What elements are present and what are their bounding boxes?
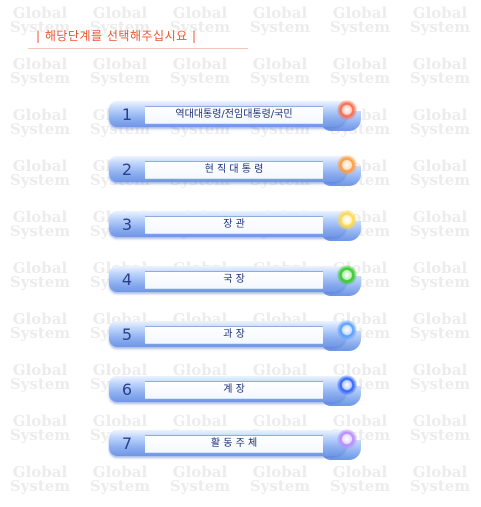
watermark-text: GlobalSystem bbox=[9, 463, 71, 495]
watermark-text: GlobalSystem bbox=[329, 463, 391, 495]
page-header: | 해당단계를 선택해주십시요 | bbox=[28, 22, 248, 49]
watermark-text: GlobalSystem bbox=[409, 208, 471, 240]
watermark-text: GlobalSystem bbox=[89, 55, 151, 87]
menu-item-label: 국 장 bbox=[223, 274, 245, 285]
watermark-text: GlobalSystem bbox=[409, 55, 471, 87]
menu-item-number: 6 bbox=[121, 380, 133, 399]
menu-item-number: 2 bbox=[121, 160, 133, 179]
menu-item-6[interactable]: 6 계 장 bbox=[109, 375, 361, 406]
watermark-text: GlobalSystem bbox=[9, 412, 71, 444]
watermark-text: GlobalSystem bbox=[409, 463, 471, 495]
glow-orb-icon bbox=[337, 155, 357, 175]
menu-item-4[interactable]: 4 국 장 bbox=[109, 265, 361, 296]
watermark-text: GlobalSystem bbox=[409, 310, 471, 342]
glow-orb-icon bbox=[337, 100, 357, 120]
watermark-text: GlobalSystem bbox=[409, 106, 471, 138]
menu-item-label: 과 장 bbox=[223, 329, 245, 340]
watermark-text: GlobalSystem bbox=[9, 55, 71, 87]
menu-item-label-box: 역대대통령/전임대통령/국민 bbox=[145, 106, 323, 124]
menu-item-number: 4 bbox=[121, 270, 133, 289]
watermark-text: GlobalSystem bbox=[9, 310, 71, 342]
menu-item-number: 1 bbox=[121, 105, 133, 124]
menu-item-label-box: 현 직 대 통 령 bbox=[145, 161, 323, 179]
watermark-text: GlobalSystem bbox=[249, 463, 311, 495]
menu-item-1[interactable]: 1 역대대통령/전임대통령/국민 bbox=[109, 100, 361, 131]
menu-item-label-box: 장 관 bbox=[145, 216, 323, 234]
watermark-text: GlobalSystem bbox=[169, 55, 231, 87]
watermark-text: GlobalSystem bbox=[329, 55, 391, 87]
watermark-text: GlobalSystem bbox=[409, 361, 471, 393]
menu-item-label: 장 관 bbox=[223, 219, 245, 230]
menu-item-label-box: 계 장 bbox=[145, 381, 323, 399]
watermark-text: GlobalSystem bbox=[9, 106, 71, 138]
page-title: | 해당단계를 선택해주십시요 | bbox=[36, 29, 197, 43]
menu-item-7[interactable]: 7 활 동 주 체 bbox=[109, 429, 361, 460]
menu-item-label-box: 국 장 bbox=[145, 271, 323, 289]
watermark-text: GlobalSystem bbox=[409, 259, 471, 291]
watermark-text: GlobalSystem bbox=[9, 259, 71, 291]
menu-item-number: 7 bbox=[121, 434, 133, 453]
watermark-text: GlobalSystem bbox=[249, 55, 311, 87]
menu-item-5[interactable]: 5 과 장 bbox=[109, 320, 361, 351]
menu-item-3[interactable]: 3 장 관 bbox=[109, 210, 361, 241]
glow-orb-icon bbox=[337, 320, 357, 340]
glow-orb-icon bbox=[337, 265, 357, 285]
menu-item-label-box: 활 동 주 체 bbox=[145, 435, 323, 453]
menu-item-number: 3 bbox=[121, 215, 133, 234]
watermark-text: GlobalSystem bbox=[9, 157, 71, 189]
menu-item-label-box: 과 장 bbox=[145, 326, 323, 344]
menu-item-label: 활 동 주 체 bbox=[210, 438, 258, 449]
watermark-text: GlobalSystem bbox=[249, 4, 311, 36]
watermark-text: GlobalSystem bbox=[329, 4, 391, 36]
glow-orb-icon bbox=[337, 375, 357, 395]
watermark-text: GlobalSystem bbox=[9, 208, 71, 240]
menu-item-label: 계 장 bbox=[223, 384, 245, 395]
watermark-text: GlobalSystem bbox=[409, 157, 471, 189]
menu-item-number: 5 bbox=[121, 325, 133, 344]
glow-orb-icon bbox=[337, 429, 357, 449]
watermark-text: GlobalSystem bbox=[409, 4, 471, 36]
watermark-text: GlobalSystem bbox=[89, 463, 151, 495]
watermark-text: GlobalSystem bbox=[169, 463, 231, 495]
menu-item-2[interactable]: 2 현 직 대 통 령 bbox=[109, 155, 361, 186]
watermark-text: GlobalSystem bbox=[409, 412, 471, 444]
glow-orb-icon bbox=[337, 210, 357, 230]
menu-item-label: 현 직 대 통 령 bbox=[204, 164, 264, 175]
menu-item-label: 역대대통령/전임대통령/국민 bbox=[175, 109, 293, 120]
watermark-text: GlobalSystem bbox=[9, 361, 71, 393]
